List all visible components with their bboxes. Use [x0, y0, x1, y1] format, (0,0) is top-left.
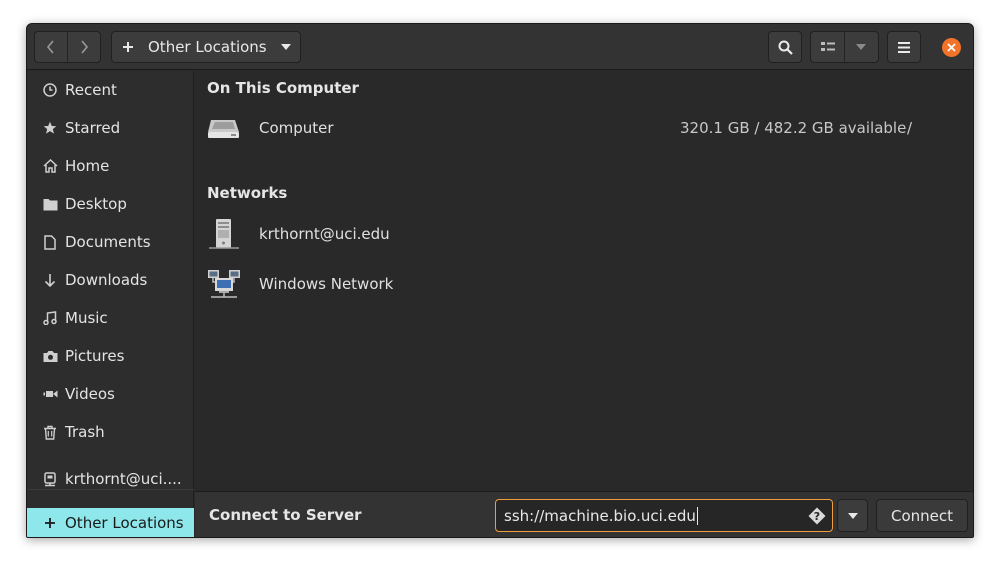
- download-icon: [41, 271, 59, 289]
- camera-icon: [41, 347, 59, 365]
- location-label: Computer: [259, 119, 334, 137]
- connect-to-server-bar: Connect to Server ssh://machine.bio.uci.…: [195, 491, 973, 537]
- help-icon[interactable]: ?: [808, 507, 826, 525]
- network-drive-icon: [41, 470, 59, 488]
- sidebar-item-label: Videos: [65, 385, 115, 403]
- plus-icon: [41, 514, 59, 532]
- other-locations-view: On This Computer Computer 320.1 GB / 482…: [195, 71, 973, 492]
- server-address-input[interactable]: ssh://machine.bio.uci.edu ?: [495, 499, 833, 532]
- sidebar-item-downloads[interactable]: Downloads: [27, 261, 194, 299]
- text-cursor: [696, 506, 698, 525]
- clock-icon: [41, 81, 59, 99]
- sidebar-item-label: Desktop: [65, 195, 127, 213]
- navigation-group: [34, 31, 101, 63]
- music-icon: [41, 309, 59, 327]
- sidebar-item-home[interactable]: Home: [27, 147, 194, 185]
- sidebar-item-videos[interactable]: Videos: [27, 375, 194, 413]
- sidebar-item-label: Recent: [65, 81, 117, 99]
- search-icon: [778, 40, 793, 55]
- section-heading-on-this-computer: On This Computer: [207, 79, 359, 97]
- trash-icon: [41, 423, 59, 441]
- path-label: Other Locations: [148, 38, 267, 56]
- section-heading-networks: Networks: [207, 184, 288, 202]
- disk-usage: 320.1 GB / 482.2 GB available: [680, 119, 907, 137]
- search-button[interactable]: [768, 31, 802, 63]
- sidebar-item-label: Downloads: [65, 271, 148, 289]
- list-view-icon: [820, 42, 835, 51]
- recent-servers-dropdown-button[interactable]: [837, 499, 868, 532]
- sidebar-item-krthornt[interactable]: krthornt@uci....: [27, 460, 194, 498]
- location-row-krthornt[interactable]: krthornt@uci.edu: [195, 211, 973, 257]
- network-workgroup-icon: [207, 268, 241, 300]
- sidebar-item-desktop[interactable]: Desktop: [27, 185, 194, 223]
- connect-button[interactable]: Connect: [876, 499, 968, 532]
- close-icon: [947, 43, 956, 52]
- location-label: Windows Network: [259, 275, 394, 293]
- view-mode-button[interactable]: [811, 32, 844, 62]
- file-chooser-window: Other Locations Recent Starred Home Desk…: [26, 23, 974, 538]
- video-icon: [41, 385, 59, 403]
- star-icon: [41, 119, 59, 137]
- close-button[interactable]: [942, 38, 961, 57]
- location-row-windows-network[interactable]: Windows Network: [195, 261, 973, 307]
- sidebar-item-recent[interactable]: Recent: [27, 71, 194, 109]
- sidebar-item-pictures[interactable]: Pictures: [27, 337, 194, 375]
- forward-button[interactable]: [68, 32, 100, 62]
- document-icon: [41, 233, 59, 251]
- hamburger-icon: [898, 41, 910, 53]
- chevron-left-icon: [46, 40, 54, 54]
- connect-to-server-label: Connect to Server: [209, 506, 362, 524]
- location-row-computer[interactable]: Computer 320.1 GB / 482.2 GB available /: [195, 105, 973, 151]
- sidebar-item-label: Starred: [65, 119, 121, 137]
- sidebar-item-label: Music: [65, 309, 108, 327]
- plus-icon: [123, 42, 133, 52]
- server-icon: [207, 218, 241, 250]
- sidebar: Recent Starred Home Desktop Documents Do…: [27, 71, 194, 537]
- main-menu-button[interactable]: [887, 31, 921, 63]
- location-label: krthornt@uci.edu: [259, 225, 390, 243]
- path-button[interactable]: Other Locations: [111, 31, 301, 63]
- sidebar-item-label: Documents: [65, 233, 151, 251]
- sidebar-item-music[interactable]: Music: [27, 299, 194, 337]
- server-address-value: ssh://machine.bio.uci.edu: [504, 506, 696, 525]
- sidebar-item-trash[interactable]: Trash: [27, 413, 194, 451]
- sidebar-item-label: Home: [65, 157, 110, 175]
- chevron-right-icon: [81, 40, 89, 54]
- sidebar-item-label: krthornt@uci....: [65, 470, 182, 488]
- back-button[interactable]: [35, 32, 67, 62]
- view-dropdown-button[interactable]: [845, 32, 878, 62]
- caret-down-icon: [856, 44, 867, 50]
- folder-icon: [41, 195, 59, 213]
- sidebar-item-documents[interactable]: Documents: [27, 223, 194, 261]
- svg-text:?: ?: [814, 510, 820, 523]
- sidebar-item-other-locations[interactable]: Other Locations: [27, 508, 194, 537]
- mount-point: /: [907, 119, 913, 137]
- caret-down-icon: [847, 512, 858, 519]
- sidebar-item-label: Pictures: [65, 347, 125, 365]
- header-bar: Other Locations: [27, 24, 973, 70]
- sidebar-item-label: Trash: [65, 423, 105, 441]
- sidebar-item-starred[interactable]: Starred: [27, 109, 194, 147]
- harddisk-icon: [207, 112, 241, 144]
- view-options-group: [810, 31, 879, 63]
- home-icon: [41, 157, 59, 175]
- sidebar-item-label: Other Locations: [65, 514, 184, 532]
- caret-down-icon: [280, 44, 291, 50]
